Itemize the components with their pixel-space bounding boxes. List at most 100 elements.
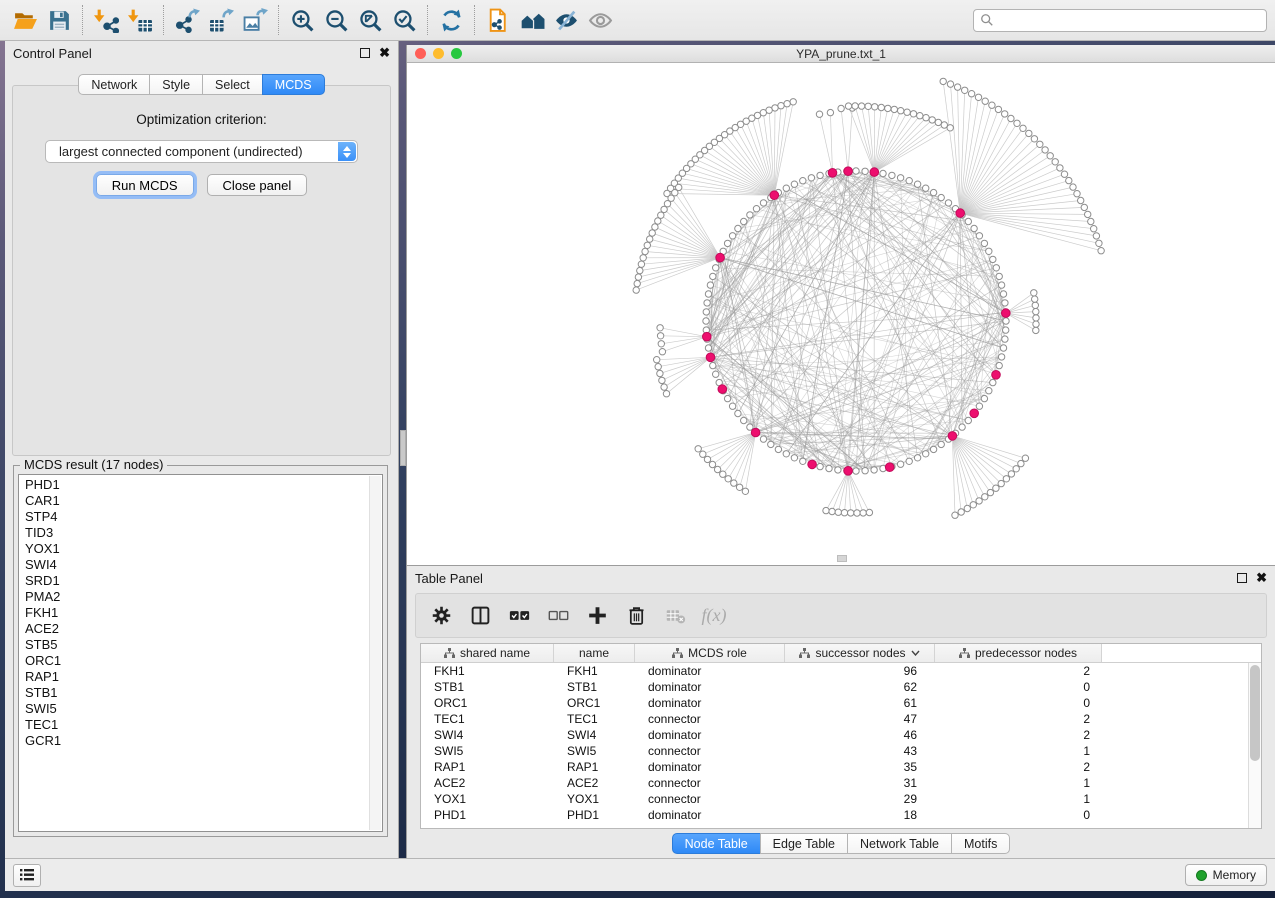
- leaf-node[interactable]: [848, 510, 854, 516]
- maximize-window-icon[interactable]: [451, 48, 462, 59]
- leaf-node[interactable]: [725, 476, 731, 482]
- leaf-node[interactable]: [720, 471, 726, 477]
- ring-node[interactable]: [775, 446, 781, 452]
- leaf-node[interactable]: [885, 105, 891, 111]
- add-column-icon[interactable]: [582, 601, 612, 631]
- result-node[interactable]: SRD1: [25, 573, 368, 589]
- column-header-successor-nodes[interactable]: successor nodes: [785, 644, 935, 662]
- leaf-node[interactable]: [954, 84, 960, 90]
- save-session-icon[interactable]: [42, 5, 76, 35]
- leaf-node[interactable]: [1003, 476, 1009, 482]
- leaf-node[interactable]: [700, 451, 706, 457]
- table-row[interactable]: STB1STB1dominator620: [421, 679, 1248, 695]
- ring-node[interactable]: [760, 436, 766, 442]
- leaf-node[interactable]: [633, 287, 639, 293]
- table-scrollbar-thumb[interactable]: [1250, 665, 1260, 761]
- result-node[interactable]: TID3: [25, 525, 368, 541]
- result-node[interactable]: PHD1: [25, 477, 368, 493]
- ring-node[interactable]: [923, 185, 929, 191]
- dominator-node[interactable]: [716, 253, 725, 262]
- ring-node[interactable]: [808, 175, 814, 181]
- ring-node[interactable]: [930, 446, 936, 452]
- ring-node[interactable]: [993, 265, 999, 271]
- ring-node[interactable]: [1002, 300, 1008, 306]
- table-row[interactable]: ORC1ORC1dominator610: [421, 695, 1248, 711]
- leaf-node[interactable]: [1008, 471, 1014, 477]
- float-panel-icon[interactable]: [360, 48, 370, 58]
- result-node[interactable]: STB1: [25, 685, 368, 701]
- ring-node[interactable]: [965, 218, 971, 224]
- leaf-node[interactable]: [1031, 136, 1037, 142]
- ring-node[interactable]: [914, 181, 920, 187]
- ring-node[interactable]: [938, 441, 944, 447]
- leaf-node[interactable]: [742, 488, 748, 494]
- ring-node[interactable]: [938, 194, 944, 200]
- leaf-node[interactable]: [823, 507, 829, 513]
- criterion-select[interactable]: largest connected component (undirected): [45, 140, 358, 163]
- ring-node[interactable]: [817, 172, 823, 178]
- dominator-node[interactable]: [828, 169, 837, 178]
- dominator-node[interactable]: [1002, 309, 1011, 318]
- leaf-node[interactable]: [866, 509, 872, 515]
- leaf-node[interactable]: [647, 236, 653, 242]
- ring-node[interactable]: [880, 170, 886, 176]
- ring-node[interactable]: [986, 248, 992, 254]
- leaf-node[interactable]: [872, 104, 878, 110]
- result-node[interactable]: PMA2: [25, 589, 368, 605]
- ring-node[interactable]: [729, 233, 735, 239]
- leaf-node[interactable]: [917, 113, 923, 119]
- result-node[interactable]: CAR1: [25, 493, 368, 509]
- memory-button[interactable]: Memory: [1185, 864, 1267, 886]
- leaf-node[interactable]: [1047, 153, 1053, 159]
- leaf-node[interactable]: [858, 103, 864, 109]
- leaf-node[interactable]: [649, 230, 655, 236]
- ring-node[interactable]: [981, 395, 987, 401]
- leaf-node[interactable]: [1026, 130, 1032, 136]
- tab-motifs[interactable]: Motifs: [951, 833, 1010, 854]
- leaf-node[interactable]: [1074, 191, 1080, 197]
- ring-node[interactable]: [1000, 291, 1006, 297]
- ring-node[interactable]: [735, 410, 741, 416]
- leaf-node[interactable]: [1014, 120, 1020, 126]
- leaf-node[interactable]: [852, 103, 858, 109]
- ring-node[interactable]: [705, 291, 711, 297]
- ring-node[interactable]: [897, 461, 903, 467]
- leaf-node[interactable]: [657, 325, 663, 331]
- leaf-node[interactable]: [1008, 115, 1014, 121]
- result-node[interactable]: TEC1: [25, 717, 368, 733]
- leaf-node[interactable]: [910, 111, 916, 117]
- leaf-node[interactable]: [658, 341, 664, 347]
- ring-node[interactable]: [703, 309, 709, 315]
- dominator-node[interactable]: [870, 168, 879, 177]
- leaf-node[interactable]: [1022, 455, 1028, 461]
- table-row[interactable]: SWI4SWI4dominator462: [421, 727, 1248, 743]
- ring-node[interactable]: [981, 240, 987, 246]
- ring-node[interactable]: [783, 185, 789, 191]
- leaf-node[interactable]: [947, 125, 953, 131]
- import-network-icon[interactable]: [89, 5, 123, 35]
- result-node[interactable]: FKH1: [25, 605, 368, 621]
- leaf-node[interactable]: [1037, 141, 1043, 147]
- table-row[interactable]: FKH1FKH1dominator962: [421, 663, 1248, 679]
- leaf-node[interactable]: [1096, 240, 1102, 246]
- dominator-node[interactable]: [706, 353, 715, 362]
- leaf-node[interactable]: [1057, 165, 1063, 171]
- leaf-node[interactable]: [1085, 211, 1091, 217]
- ring-node[interactable]: [713, 265, 719, 271]
- close-panel-button[interactable]: Close panel: [207, 174, 308, 196]
- leaf-node[interactable]: [1078, 197, 1084, 203]
- leaf-node[interactable]: [1033, 327, 1039, 333]
- float-panel-icon[interactable]: [1237, 573, 1247, 583]
- leaf-node[interactable]: [638, 261, 644, 267]
- leaf-node[interactable]: [1061, 171, 1067, 177]
- leaf-node[interactable]: [1033, 308, 1039, 314]
- leaf-node[interactable]: [714, 466, 720, 472]
- ring-node[interactable]: [1000, 345, 1006, 351]
- tab-network-table[interactable]: Network Table: [847, 833, 952, 854]
- ring-node[interactable]: [889, 172, 895, 178]
- ring-node[interactable]: [1002, 336, 1008, 342]
- leaf-node[interactable]: [1032, 296, 1038, 302]
- tab-style[interactable]: Style: [149, 74, 203, 95]
- close-panel-icon[interactable]: ✖: [379, 48, 390, 58]
- ring-node[interactable]: [710, 362, 716, 368]
